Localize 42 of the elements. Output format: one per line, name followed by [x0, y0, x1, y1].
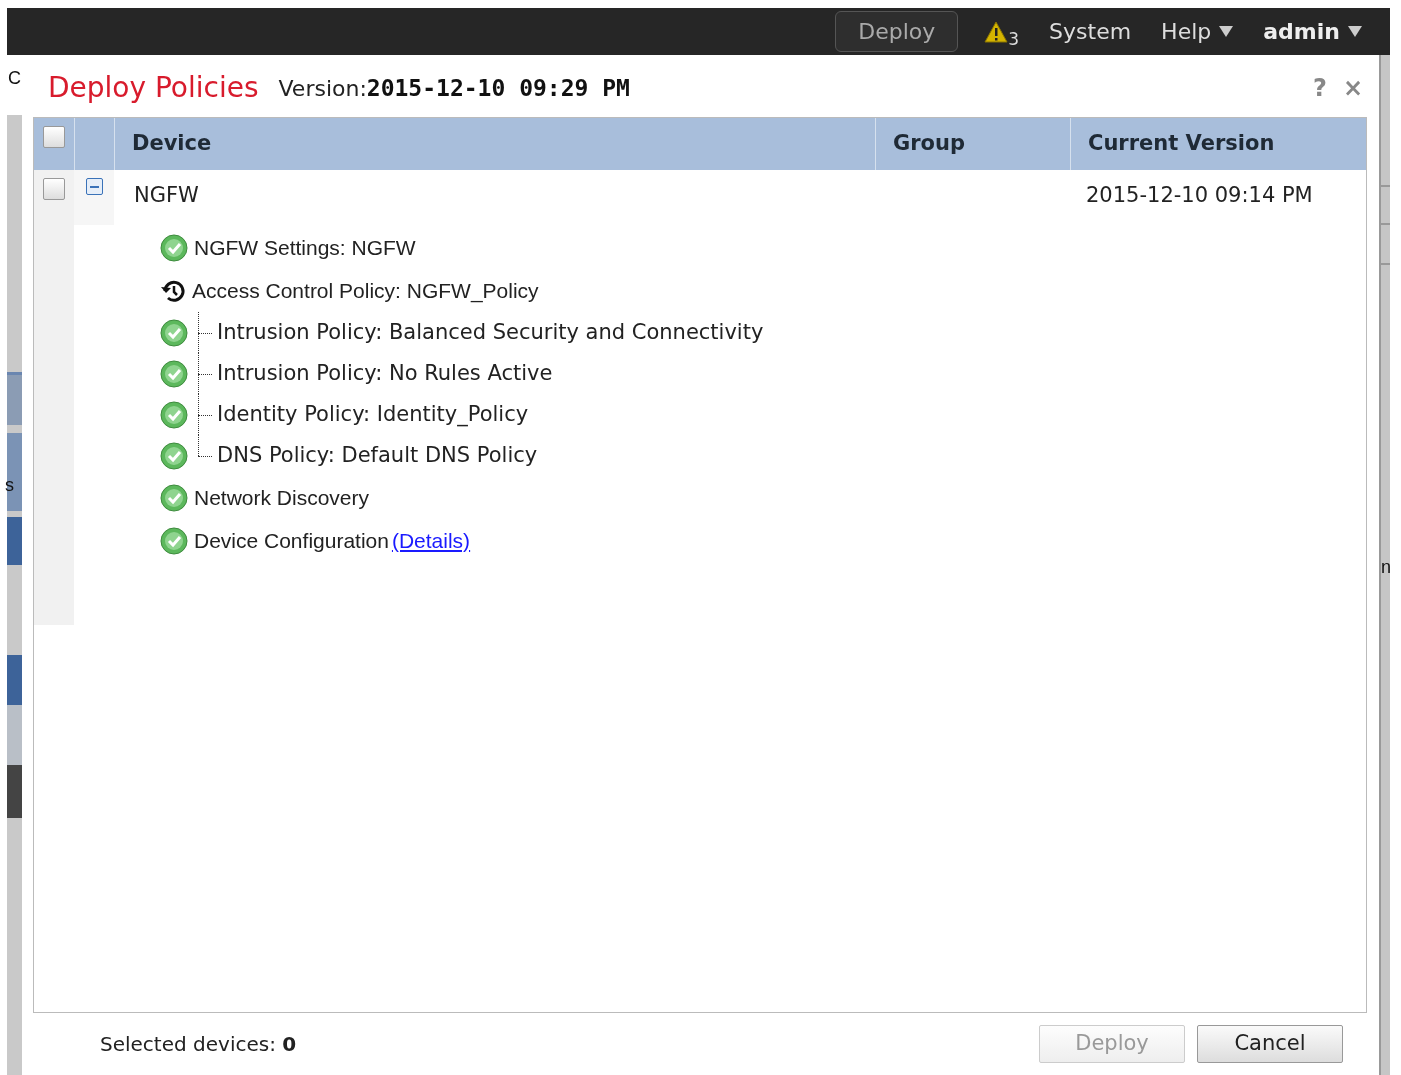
- column-header[interactable]: Device: [114, 118, 875, 170]
- check-circle-icon: [160, 441, 188, 470]
- footer-button[interactable]: Cancel: [1197, 1025, 1343, 1063]
- warning-icon: [984, 20, 1009, 43]
- check-circle-icon: [160, 526, 188, 555]
- version-cell-text: 2015-12-10 09:14 PM: [1085, 182, 1314, 210]
- check-circle-icon: [160, 233, 188, 262]
- help-button[interactable]: ?: [1312, 76, 1327, 100]
- menu-item[interactable]: System: [1049, 15, 1132, 48]
- deploy-button[interactable]: Deploy: [835, 11, 959, 52]
- deployment-item: Device Configuration: [194, 527, 389, 554]
- caret-icon: [1219, 26, 1234, 37]
- deployment-item: Intrusion Policy: No Rules Active: [217, 359, 553, 387]
- check-circle-icon: [160, 318, 188, 347]
- checkbox[interactable]: [43, 126, 65, 148]
- alerts-link[interactable]: 3: [984, 20, 1020, 43]
- check-circle-icon: [160, 359, 188, 388]
- selected-count-text: Selected devices: 0: [100, 1031, 297, 1058]
- deployment-item: Access Control Policy: NGFW_Policy: [192, 277, 539, 305]
- deployment-item: DNS Policy: Default DNS Policy: [217, 441, 538, 469]
- column-header[interactable]: Current Version: [1070, 118, 1366, 170]
- deployment-item: Identity Policy: Identity_Policy: [217, 400, 529, 429]
- version-label: Version:: [278, 74, 367, 103]
- dialog-title: Deploy Policies: [48, 70, 259, 106]
- deployment-item: Intrusion Policy: Balanced Security and Connectivity: [217, 318, 764, 346]
- column-header[interactable]: Group: [875, 118, 1070, 170]
- check-circle-icon: [160, 483, 188, 512]
- details-link[interactable]: (Details): [391, 524, 471, 557]
- menu-item[interactable]: admin: [1263, 15, 1362, 48]
- check-circle-icon: [160, 400, 188, 429]
- checkbox[interactable]: [43, 178, 65, 200]
- menu-item[interactable]: Help: [1161, 15, 1234, 48]
- deployment-item: Network Discovery: [194, 484, 370, 511]
- version-value: 2015-12-10 09:29 PM: [366, 73, 630, 103]
- device-name: NGFW: [134, 183, 199, 208]
- caret-icon: [1348, 26, 1362, 37]
- collapse-toggle[interactable]: [85, 178, 103, 195]
- deployment-item: NGFW Settings: NGFW: [194, 234, 416, 261]
- background-text: n: [1381, 558, 1390, 576]
- close-button[interactable]: ×: [1342, 76, 1363, 100]
- background-text: C: [8, 69, 21, 87]
- history-icon: [160, 278, 186, 303]
